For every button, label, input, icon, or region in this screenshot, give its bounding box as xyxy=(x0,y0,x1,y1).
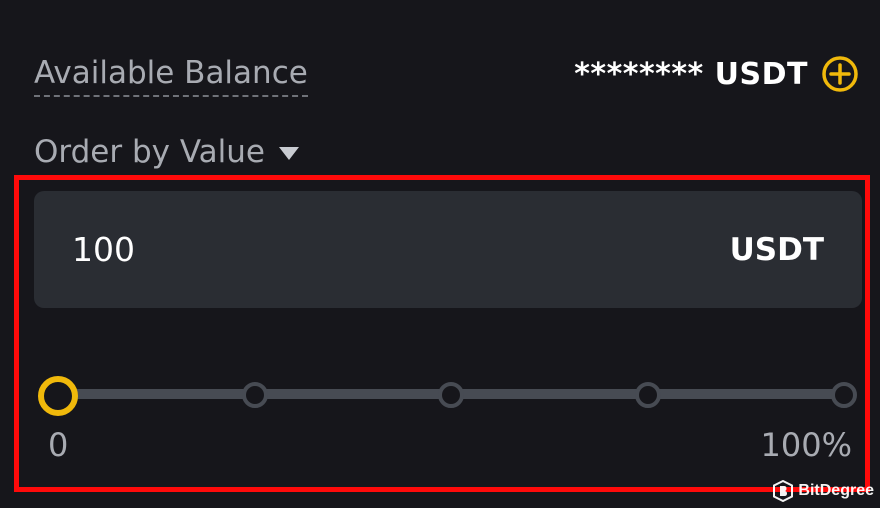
order-value[interactable]: 100 xyxy=(72,230,135,269)
percentage-slider[interactable] xyxy=(38,374,857,416)
slider-step-100[interactable] xyxy=(831,382,857,408)
order-value-unit: USDT xyxy=(729,231,824,268)
watermark: BitDegree xyxy=(773,479,874,503)
balance-value-group: ******** USDT xyxy=(574,54,860,94)
slider-handle[interactable] xyxy=(38,376,78,416)
order-type-dropdown[interactable]: Order by Value xyxy=(34,132,299,172)
order-value-input[interactable]: 100 USDT xyxy=(34,191,862,308)
bitdegree-logo-icon xyxy=(773,479,794,503)
slider-step-25[interactable] xyxy=(241,382,268,408)
order-type-label: Order by Value xyxy=(34,134,265,170)
balance-amount: ******** USDT xyxy=(574,56,808,92)
slider-min-label: 0 xyxy=(48,426,69,464)
available-balance-label[interactable]: Available Balance xyxy=(34,55,308,97)
slider-step-75[interactable] xyxy=(634,382,661,408)
slider-max-label: 100% xyxy=(760,426,852,464)
caret-down-icon xyxy=(278,146,299,160)
plus-circle-icon[interactable] xyxy=(820,54,860,94)
slider-step-50[interactable] xyxy=(438,382,464,408)
watermark-text: BitDegree xyxy=(798,482,874,499)
